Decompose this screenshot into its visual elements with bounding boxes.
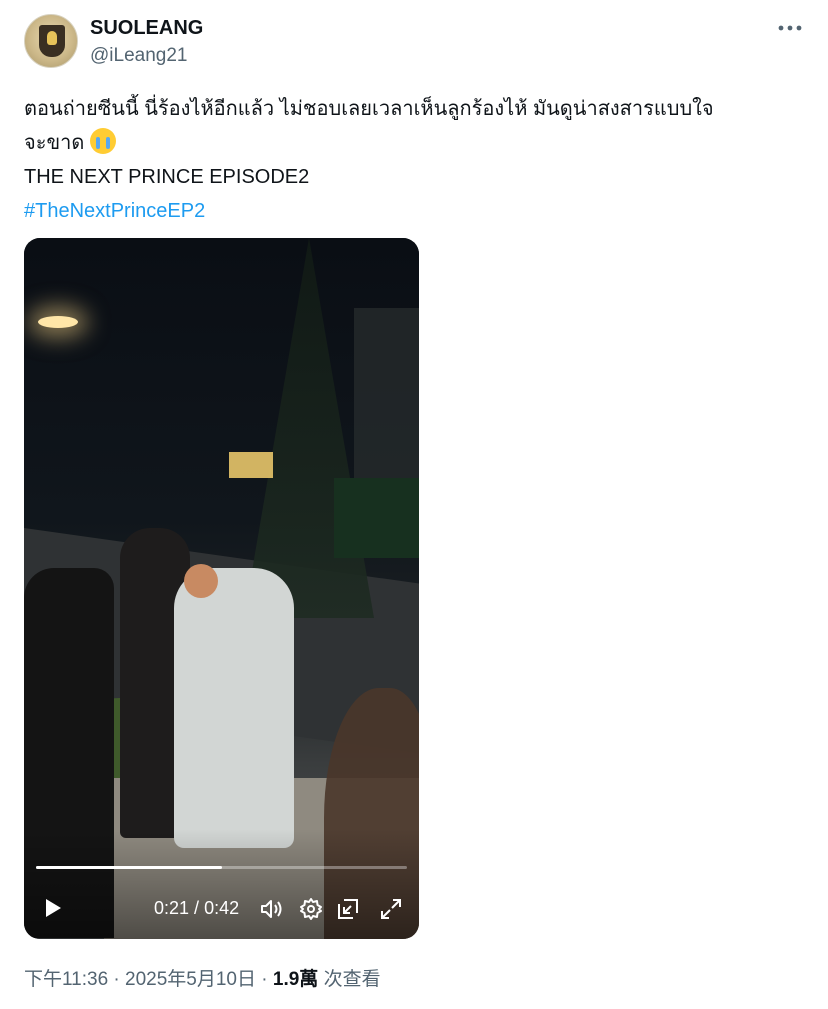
post-time[interactable]: 下午11:36	[24, 969, 108, 990]
loudly-crying-face-icon	[90, 128, 117, 154]
views-label: 次查看	[318, 969, 381, 990]
fullscreen-icon[interactable]	[378, 896, 404, 922]
volume-icon[interactable]	[258, 896, 284, 922]
duration: 0:42	[204, 898, 240, 918]
meta-separator: ·	[108, 969, 126, 990]
play-icon[interactable]	[40, 896, 64, 920]
tweet-header: SUOLEANG @iLeang21	[24, 14, 814, 70]
controls-overlay	[24, 829, 419, 939]
tweet-line-3: THE NEXT PRINCE EPISODE2	[24, 166, 310, 188]
meta-separator: ·	[256, 969, 273, 990]
video-hedge	[334, 478, 419, 558]
video-window-light	[229, 452, 273, 478]
video-person-light	[174, 568, 294, 848]
tweet-metadata: 下午11:36 · 2025年5月10日 · 1.9萬 次查看	[24, 964, 381, 991]
avatar[interactable]	[24, 14, 78, 68]
more-options-icon[interactable]	[776, 18, 804, 38]
tweet-text: ตอนถ่ายซีนนี้ นี่ร้องไห้อีกแล้ว ไม่ชอบเล…	[24, 92, 804, 228]
post-date[interactable]: 2025年5月10日	[125, 969, 256, 990]
display-name[interactable]: SUOLEANG	[90, 17, 203, 40]
video-progress-fill	[36, 866, 222, 869]
tweet-line-2: จะขาด	[24, 126, 804, 160]
crest-icon	[39, 25, 65, 57]
settings-gear-icon[interactable]	[298, 896, 324, 922]
video-house	[354, 308, 419, 488]
video-lamp	[38, 316, 78, 328]
picture-in-picture-icon[interactable]	[335, 896, 361, 922]
video-time: 0:21 / 0:42	[154, 898, 239, 919]
time-separator: /	[189, 898, 205, 918]
view-count: 1.9萬	[272, 969, 319, 990]
video-progress-bar[interactable]	[36, 866, 407, 869]
hashtag-link[interactable]: #TheNextPrinceEP2	[24, 194, 804, 228]
video-player[interactable]: 0:21 / 0:42	[24, 238, 419, 939]
tweet-line-2-text: จะขาด	[24, 132, 85, 154]
current-time: 0:21	[154, 898, 190, 918]
tweet-line-1: ตอนถ่ายซีนนี้ นี่ร้องไห้อีกแล้ว ไม่ชอบเล…	[24, 98, 714, 120]
user-handle[interactable]: @iLeang21	[90, 45, 187, 67]
video-person-hair	[184, 564, 218, 598]
